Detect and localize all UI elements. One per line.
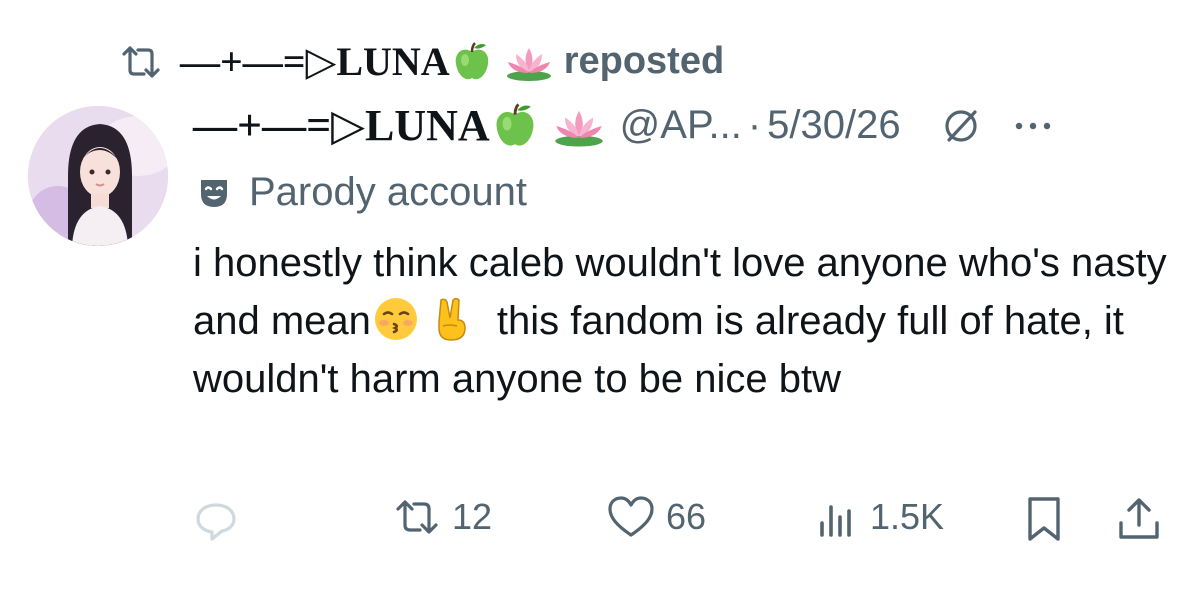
bookmark-button[interactable] (1024, 495, 1064, 543)
theater-mask-icon (201, 179, 227, 207)
repost-button[interactable]: 12 (392, 495, 492, 539)
action-bar: 12 66 1.5K (0, 495, 1200, 555)
grok-icon[interactable] (939, 104, 983, 148)
like-button[interactable]: 66 (606, 495, 706, 539)
reply-button[interactable] (192, 499, 240, 543)
like-count: 66 (666, 496, 707, 537)
share-icon (1119, 498, 1159, 539)
repost-icon (396, 500, 438, 534)
lotus-emoji (506, 47, 551, 81)
lotus-emoji (554, 110, 603, 147)
apple-emoji (455, 41, 488, 79)
heart-icon (608, 496, 654, 537)
reply-icon (196, 503, 236, 541)
post-text: i honestly think caleb wouldn't love any… (193, 234, 1173, 408)
parody-label: Parody account (197, 170, 527, 215)
post-header: —+—=▷LUNA @AP... · 5/30/26 (193, 100, 1053, 151)
views-button[interactable]: 1.5K (816, 495, 944, 539)
post-date[interactable]: 5/30/26 (767, 103, 900, 148)
repost-icon (122, 45, 160, 78)
avatar[interactable] (28, 106, 168, 246)
reposter-name[interactable]: —+—=▷LUNA (180, 38, 450, 85)
repost-indicator: —+—=▷LUNA reposted (118, 38, 724, 85)
apple-emoji (496, 102, 534, 146)
user-handle[interactable]: @AP... (620, 103, 742, 148)
victory-hand-emoji (438, 297, 466, 341)
views-count: 1.5K (870, 496, 945, 537)
separator-dot: · (747, 103, 762, 147)
bookmark-icon (1028, 497, 1060, 541)
repost-count: 12 (452, 496, 493, 537)
kissing-face-emoji (374, 298, 417, 340)
display-name[interactable]: —+—=▷LUNA (193, 100, 490, 151)
reposted-label: reposted (563, 40, 725, 82)
avatar-image (28, 106, 168, 246)
more-icon[interactable] (1013, 120, 1053, 132)
parody-text: Parody account (249, 170, 527, 214)
share-button[interactable] (1116, 495, 1162, 543)
views-icon (820, 505, 851, 537)
